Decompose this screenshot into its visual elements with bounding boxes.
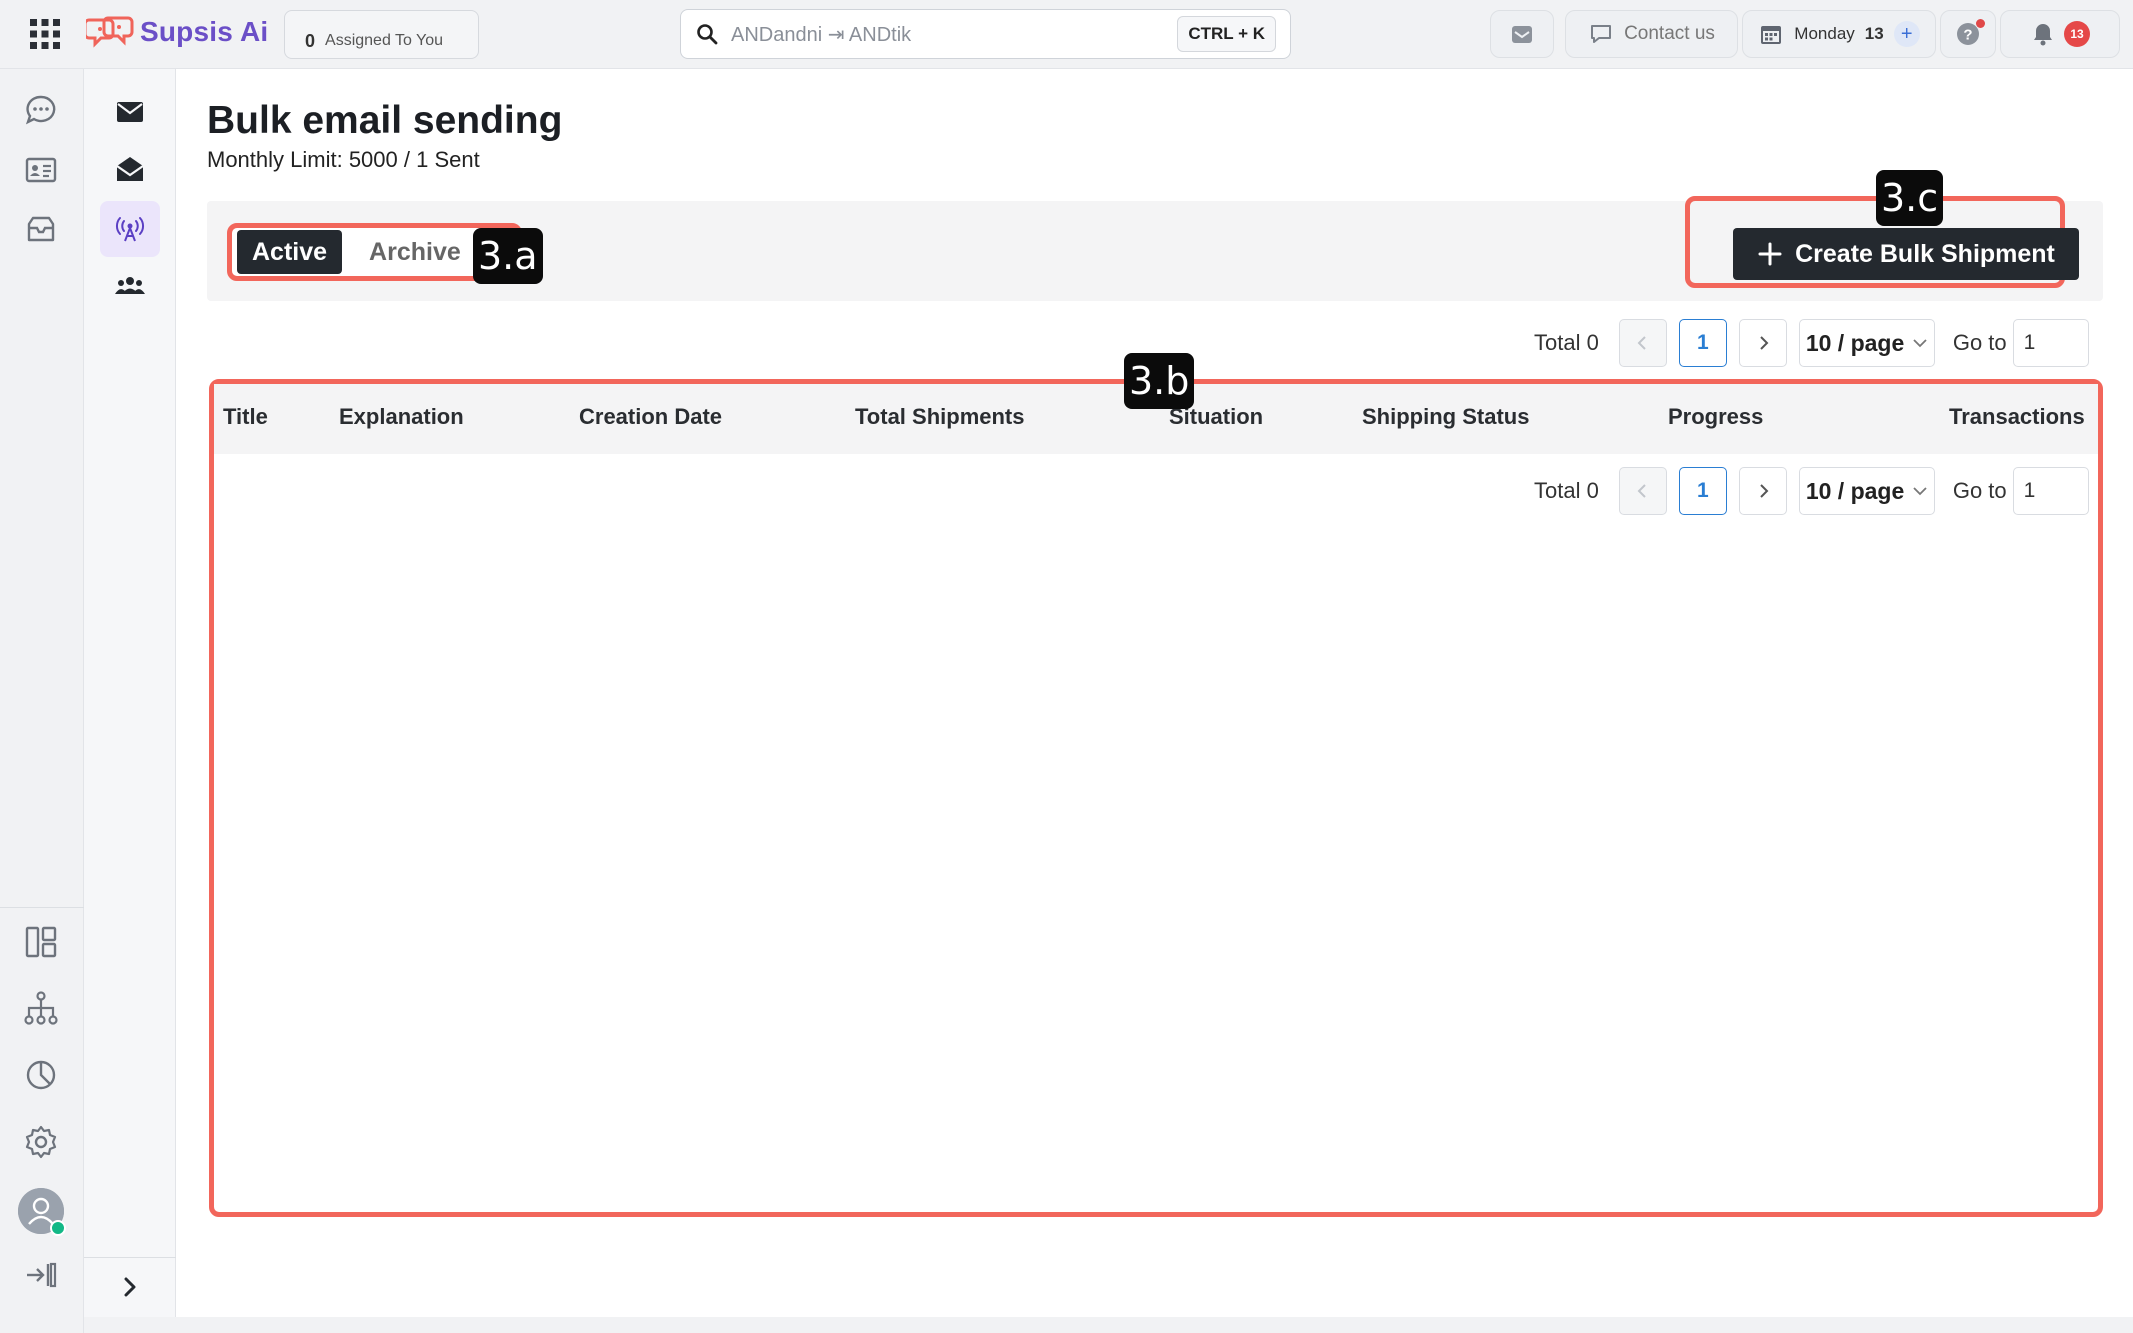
logo-icon: [86, 16, 134, 48]
logout-icon[interactable]: [21, 1255, 61, 1295]
sidebar-divider: [0, 907, 84, 908]
column-header-title[interactable]: Title: [223, 404, 268, 430]
calendar-button[interactable]: Monday 13 +: [1742, 10, 1936, 58]
apps-grid-icon[interactable]: [28, 17, 62, 51]
open-mail-icon[interactable]: [100, 141, 160, 197]
dashboard-icon[interactable]: [21, 922, 61, 962]
plus-icon: [1758, 242, 1782, 266]
bell-icon: [2034, 24, 2052, 46]
broadcast-icon[interactable]: [100, 201, 160, 257]
search-input[interactable]: [731, 22, 1171, 46]
brand-name: Supsis Ai: [140, 16, 269, 47]
chevron-left-icon: [1637, 484, 1646, 498]
create-button-label: Create Bulk Shipment: [1795, 239, 2055, 268]
assigned-label: Assigned To You: [325, 32, 444, 49]
chevron-right-icon: [1760, 484, 1769, 498]
search-shortcut-badge: CTRL + K: [1177, 16, 1276, 52]
page-number-button[interactable]: 1: [1678, 319, 1727, 367]
calendar-date: 13: [1864, 24, 1884, 43]
mail-icon[interactable]: [100, 84, 160, 140]
monthly-limit-text: Monthly Limit: 5000 / 1 Sent: [207, 147, 480, 172]
calendar-icon: [1761, 26, 1782, 44]
pagination-total: Total 0: [1534, 330, 1599, 355]
annotation-tag-table: 3.b: [1124, 353, 1195, 409]
next-page-button[interactable]: [1738, 319, 1787, 367]
online-status-dot: [50, 1220, 66, 1236]
mail-tray-icon: [1512, 26, 1532, 43]
notifications-button[interactable]: 13: [2000, 10, 2120, 58]
column-header-progress[interactable]: Progress: [1668, 404, 1763, 430]
goto-page-input[interactable]: [2012, 319, 2089, 367]
chat-bubble-icon: [1591, 25, 1612, 43]
contact-us-label: Contact us: [1624, 23, 1715, 44]
page-title: Bulk email sending: [207, 99, 563, 142]
tab-active[interactable]: Active: [237, 230, 343, 274]
page-size-select[interactable]: 10 / page: [1798, 467, 1935, 515]
annotation-tag-create: 3.c: [1876, 170, 1944, 226]
assigned-count: 0: [305, 31, 316, 51]
add-event-icon[interactable]: +: [1893, 21, 1920, 47]
column-header-transactions[interactable]: Transactions: [1949, 404, 2085, 430]
calendar-day: Monday: [1794, 24, 1855, 43]
tab-archive[interactable]: Archive: [354, 230, 476, 274]
contact-card-icon[interactable]: [21, 150, 61, 190]
settings-icon[interactable]: [21, 1122, 61, 1162]
primary-sidebar: [0, 69, 84, 1333]
column-header-total-shipments[interactable]: Total Shipments: [855, 404, 1025, 430]
chevron-right-icon: [1760, 336, 1769, 350]
page-size-value: 10 / page: [1805, 477, 1905, 504]
brand-logo[interactable]: Supsis Ai: [86, 12, 268, 52]
secondary-sidebar: [84, 69, 176, 1317]
chevron-left-icon: [1637, 336, 1646, 350]
page-size-value: 10 / page: [1805, 329, 1905, 356]
team-icon[interactable]: [100, 258, 160, 314]
goto-label: Go to: [1952, 478, 2007, 503]
chat-icon[interactable]: [21, 90, 61, 130]
annotation-tag-tabs: 3.a: [473, 228, 543, 284]
expand-sidebar-icon[interactable]: [100, 1267, 160, 1307]
assigned-to-you-button[interactable]: 0 Assigned To You: [284, 10, 479, 59]
help-alert-dot: [1976, 19, 1985, 28]
column-header-creation-date[interactable]: Creation Date: [579, 404, 722, 430]
page-number-button[interactable]: 1: [1678, 467, 1727, 515]
main-content: Bulk email sending Monthly Limit: 5000 /…: [176, 69, 2133, 1317]
global-search[interactable]: CTRL + K: [680, 9, 1291, 59]
pagination-top: Total 0 1 10 / page Go to: [1534, 318, 2089, 368]
next-page-button[interactable]: [1738, 467, 1787, 515]
prev-page-button[interactable]: [1618, 319, 1667, 367]
inbox-icon[interactable]: [21, 210, 61, 250]
top-bar: Supsis Ai 0 Assigned To You CTRL + K Con…: [0, 0, 2133, 69]
create-bulk-shipment-button[interactable]: Create Bulk Shipment: [1733, 228, 2079, 280]
column-header-explanation[interactable]: Explanation: [339, 404, 464, 430]
prev-page-button[interactable]: [1618, 467, 1667, 515]
page-size-select[interactable]: 10 / page: [1798, 319, 1935, 367]
pagination-bottom: Total 0 1 10 / page Go to: [1534, 466, 2089, 516]
help-button[interactable]: ?: [1940, 10, 1996, 58]
notifications-count: 13: [2064, 21, 2090, 47]
user-avatar[interactable]: [18, 1188, 66, 1236]
search-icon: [697, 24, 718, 45]
goto-page-input[interactable]: [2012, 467, 2089, 515]
sidebar-divider: [84, 1257, 176, 1258]
contact-us-button[interactable]: Contact us: [1565, 10, 1738, 58]
goto-label: Go to: [1952, 330, 2007, 355]
chevron-down-icon: [1913, 339, 1927, 348]
svg-text:?: ?: [1963, 27, 1972, 44]
messages-button[interactable]: [1490, 10, 1554, 58]
report-icon[interactable]: [21, 1055, 61, 1095]
chevron-down-icon: [1913, 487, 1927, 496]
pagination-total: Total 0: [1534, 478, 1599, 503]
column-header-shipping-status[interactable]: Shipping Status: [1362, 404, 1529, 430]
flow-icon[interactable]: [21, 988, 61, 1028]
